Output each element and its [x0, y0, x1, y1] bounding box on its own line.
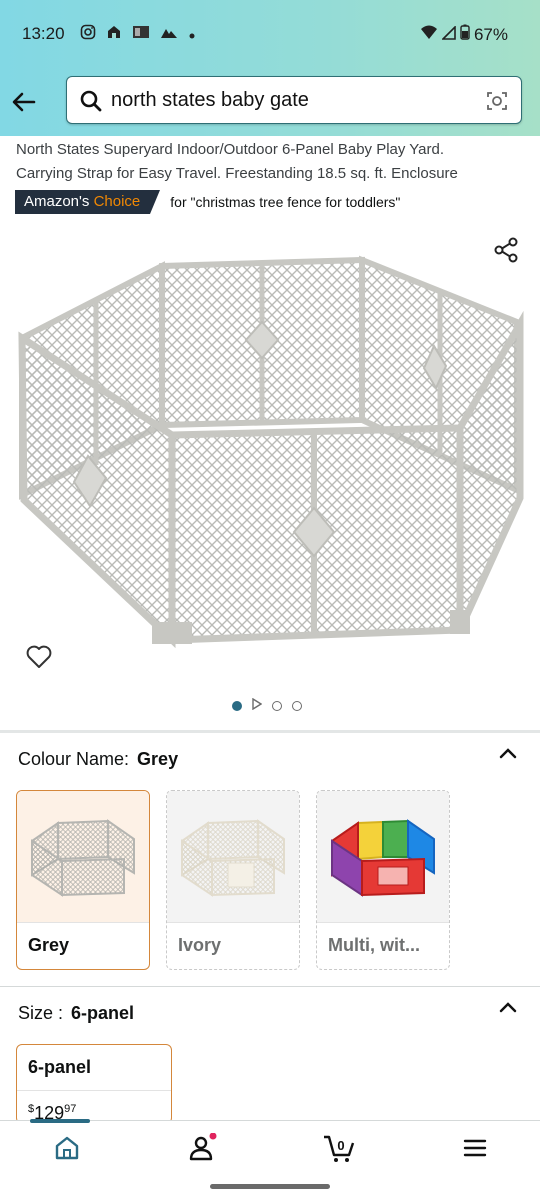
drive-icon	[160, 25, 178, 45]
header-bar: 13:20 67% north states baby gate	[0, 0, 540, 136]
dot-icon	[188, 25, 196, 45]
colour-option-label: Multi, wit...	[328, 935, 420, 955]
chevron-up-icon	[499, 1002, 517, 1013]
home-icon	[55, 1136, 79, 1160]
colour-option-multi[interactable]: Multi, wit...	[316, 790, 450, 970]
nav-home[interactable]	[52, 1133, 82, 1163]
active-tab-indicator	[30, 1119, 90, 1123]
section-divider	[0, 986, 540, 987]
wishlist-button[interactable]	[26, 645, 52, 674]
colour-option-grey[interactable]: Grey	[16, 790, 150, 970]
product-image[interactable]	[12, 250, 528, 650]
nav-account[interactable]	[187, 1132, 217, 1163]
pagination-dot[interactable]	[272, 701, 282, 711]
cart-count: 0	[337, 1138, 344, 1153]
colour-option-image	[317, 791, 449, 923]
wifi-icon	[420, 24, 438, 45]
section-divider	[0, 730, 540, 733]
product-title-line-2: Carrying Strap for Easy Travel. Freestan…	[16, 165, 458, 182]
colour-option-label: Ivory	[178, 935, 222, 955]
search-box[interactable]: north states baby gate	[66, 76, 522, 124]
app-notification-icon	[132, 24, 150, 45]
product-title-line-1: North States Superyard Indoor/Outdoor 6-…	[16, 141, 445, 158]
pagination-dot[interactable]	[292, 701, 302, 711]
pagination-dot[interactable]	[232, 701, 242, 711]
size-option-6-panel[interactable]: 6-panel $12997	[16, 1044, 172, 1124]
badge-prefix: Amazon's	[24, 193, 90, 210]
amazons-choice-badge: Amazon's Choice	[15, 190, 161, 214]
notification-icons	[80, 24, 196, 45]
signal-icon	[441, 24, 456, 45]
back-arrow-icon	[12, 92, 36, 112]
system-status: 67%	[420, 24, 508, 45]
back-button[interactable]	[10, 88, 38, 116]
size-label-text: Size :	[18, 1003, 64, 1023]
bottom-navigation: 0	[0, 1119, 540, 1174]
product-title[interactable]: North States Superyard Indoor/Outdoor 6-…	[16, 138, 526, 186]
search-input[interactable]: north states baby gate	[111, 89, 309, 112]
cart-icon: 0	[324, 1135, 355, 1162]
size-label: Size : 6-panel	[18, 1003, 134, 1024]
badge-choice: Choice	[93, 193, 141, 210]
search-icon	[79, 89, 103, 118]
amazons-choice-row: Amazon's Choice for "christmas tree fenc…	[15, 190, 400, 214]
camera-search-icon[interactable]	[485, 89, 509, 118]
colour-option-label: Grey	[28, 935, 70, 955]
price-fraction: 97	[64, 1103, 77, 1115]
size-option-label: 6-panel	[17, 1045, 171, 1091]
colour-label: Colour Name: Grey	[18, 749, 178, 770]
colour-option-image	[167, 791, 299, 923]
size-collapse-button[interactable]	[498, 998, 518, 1023]
image-pagination[interactable]	[232, 697, 302, 715]
colour-label-text: Colour Name:	[18, 749, 130, 769]
gesture-bar[interactable]	[210, 1184, 330, 1189]
video-play-icon[interactable]	[252, 697, 263, 715]
home-app-icon	[106, 24, 122, 45]
heart-icon	[26, 645, 52, 668]
size-selected-value: 6-panel	[71, 1003, 135, 1023]
badge-for-text: for "christmas tree fence for toddlers"	[170, 194, 401, 210]
instagram-icon	[80, 24, 96, 45]
colour-collapse-button[interactable]	[498, 744, 518, 769]
menu-icon	[463, 1139, 487, 1157]
nav-cart[interactable]: 0	[322, 1133, 356, 1163]
colour-selected-value: Grey	[137, 749, 179, 769]
status-bar: 13:20 67%	[0, 18, 540, 50]
colour-option-image	[17, 791, 149, 923]
nav-menu[interactable]	[462, 1133, 492, 1163]
battery-icon	[460, 24, 470, 45]
battery-percent: 67%	[473, 24, 508, 44]
status-time: 13:20	[22, 24, 65, 43]
colour-option-ivory[interactable]: Ivory	[166, 790, 300, 970]
account-icon	[189, 1132, 217, 1161]
chevron-up-icon	[499, 748, 517, 759]
